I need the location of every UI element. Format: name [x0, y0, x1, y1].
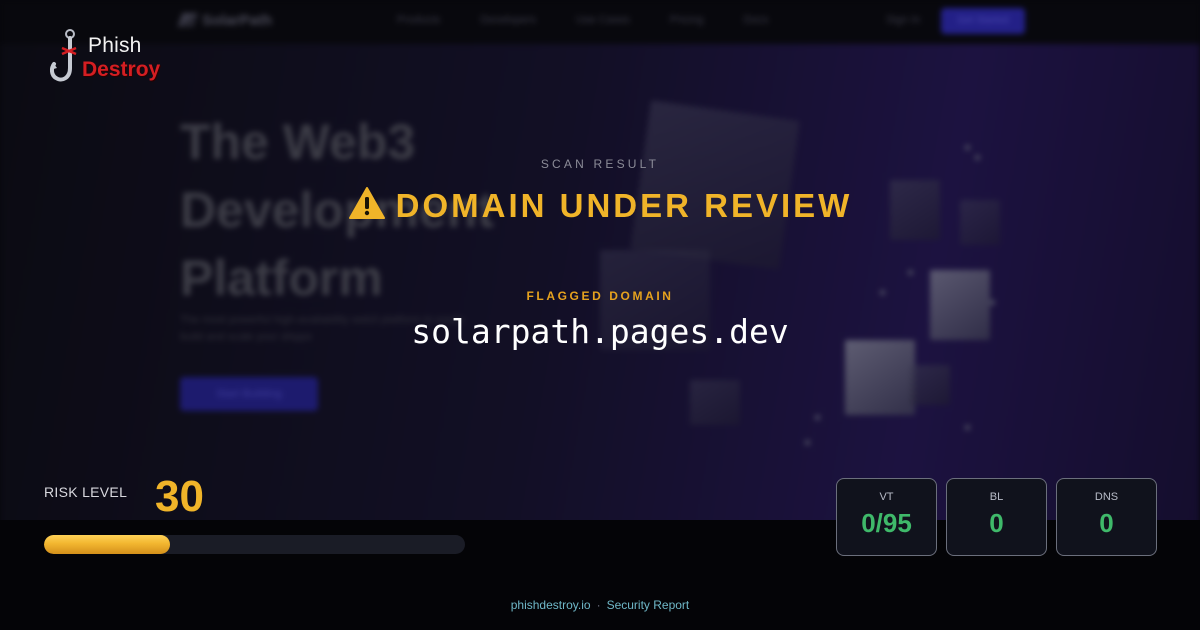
- background-nav-link: Pricing: [669, 14, 704, 26]
- background-sign-in: Sign In: [886, 14, 921, 26]
- background-logo: SolarPath: [177, 12, 273, 29]
- flagged-domain: solarpath.pages.dev: [411, 312, 789, 351]
- stat-label: VT: [879, 491, 894, 503]
- background-cube: [690, 380, 740, 425]
- background-nav-link: Docs: [743, 14, 769, 26]
- background-cube: [845, 340, 915, 415]
- background-dot: [815, 415, 820, 420]
- footer-separator: ·: [596, 598, 601, 612]
- stat-value: 0/95: [861, 508, 912, 538]
- risk-level-label: RISK LEVEL: [44, 484, 128, 500]
- footer: phishdestroy.io · Security Report: [0, 598, 1200, 612]
- stat-label: DNS: [1094, 491, 1119, 503]
- stat-value: 0: [989, 508, 1004, 538]
- background-cube: [630, 100, 800, 270]
- warning-icon: [348, 187, 385, 219]
- brand-name-phish: Phish: [88, 34, 142, 57]
- background-hero-button: Start Building: [180, 377, 318, 411]
- background-dot: [805, 440, 810, 445]
- footer-site-link[interactable]: phishdestroy.io: [511, 598, 591, 612]
- scan-stats: VT 0/95 BL 0 DNS 0: [836, 478, 1166, 556]
- scan-status-text: DOMAIN UNDER REVIEW: [395, 187, 853, 224]
- phishdestroy-logo: Phish Destroy: [48, 28, 168, 92]
- background-cube: [910, 365, 950, 405]
- background-dot: [965, 425, 970, 430]
- stat-label: BL: [989, 491, 1004, 503]
- risk-level-bar: [44, 535, 465, 554]
- scan-status: DOMAIN UNDER REVIEW: [0, 186, 1200, 225]
- footer-report-label: Security Report: [606, 598, 690, 612]
- stat-card-vt: VT 0/95: [836, 478, 937, 556]
- scan-result-label: SCAN RESULT: [540, 157, 660, 171]
- background-cta-button: Get Started: [941, 8, 1025, 34]
- background-nav-link: Use Cases: [576, 14, 630, 26]
- risk-level-bar-fill: [44, 535, 171, 554]
- flagged-domain-label: FLAGGED DOMAIN: [526, 289, 674, 303]
- fishhook-icon: [49, 29, 77, 82]
- stat-card-dns: DNS 0: [1056, 478, 1157, 556]
- brand-name-destroy: Destroy: [82, 58, 161, 81]
- background-logo-text: SolarPath: [202, 12, 273, 29]
- risk-level-value: 30: [155, 472, 204, 521]
- background-dot: [965, 145, 970, 150]
- background-nav-link: Developers: [480, 14, 537, 26]
- background-dot: [908, 270, 913, 275]
- stat-card-bl: BL 0: [946, 478, 1047, 556]
- background-nav-links: Products Developers Use Cases Pricing Do…: [397, 14, 809, 26]
- background-nav-link: Products: [397, 14, 441, 26]
- background-navbar: SolarPath Products Developers Use Cases …: [0, 0, 1200, 44]
- background-logo-icon: [177, 13, 199, 27]
- stat-value: 0: [1099, 508, 1114, 538]
